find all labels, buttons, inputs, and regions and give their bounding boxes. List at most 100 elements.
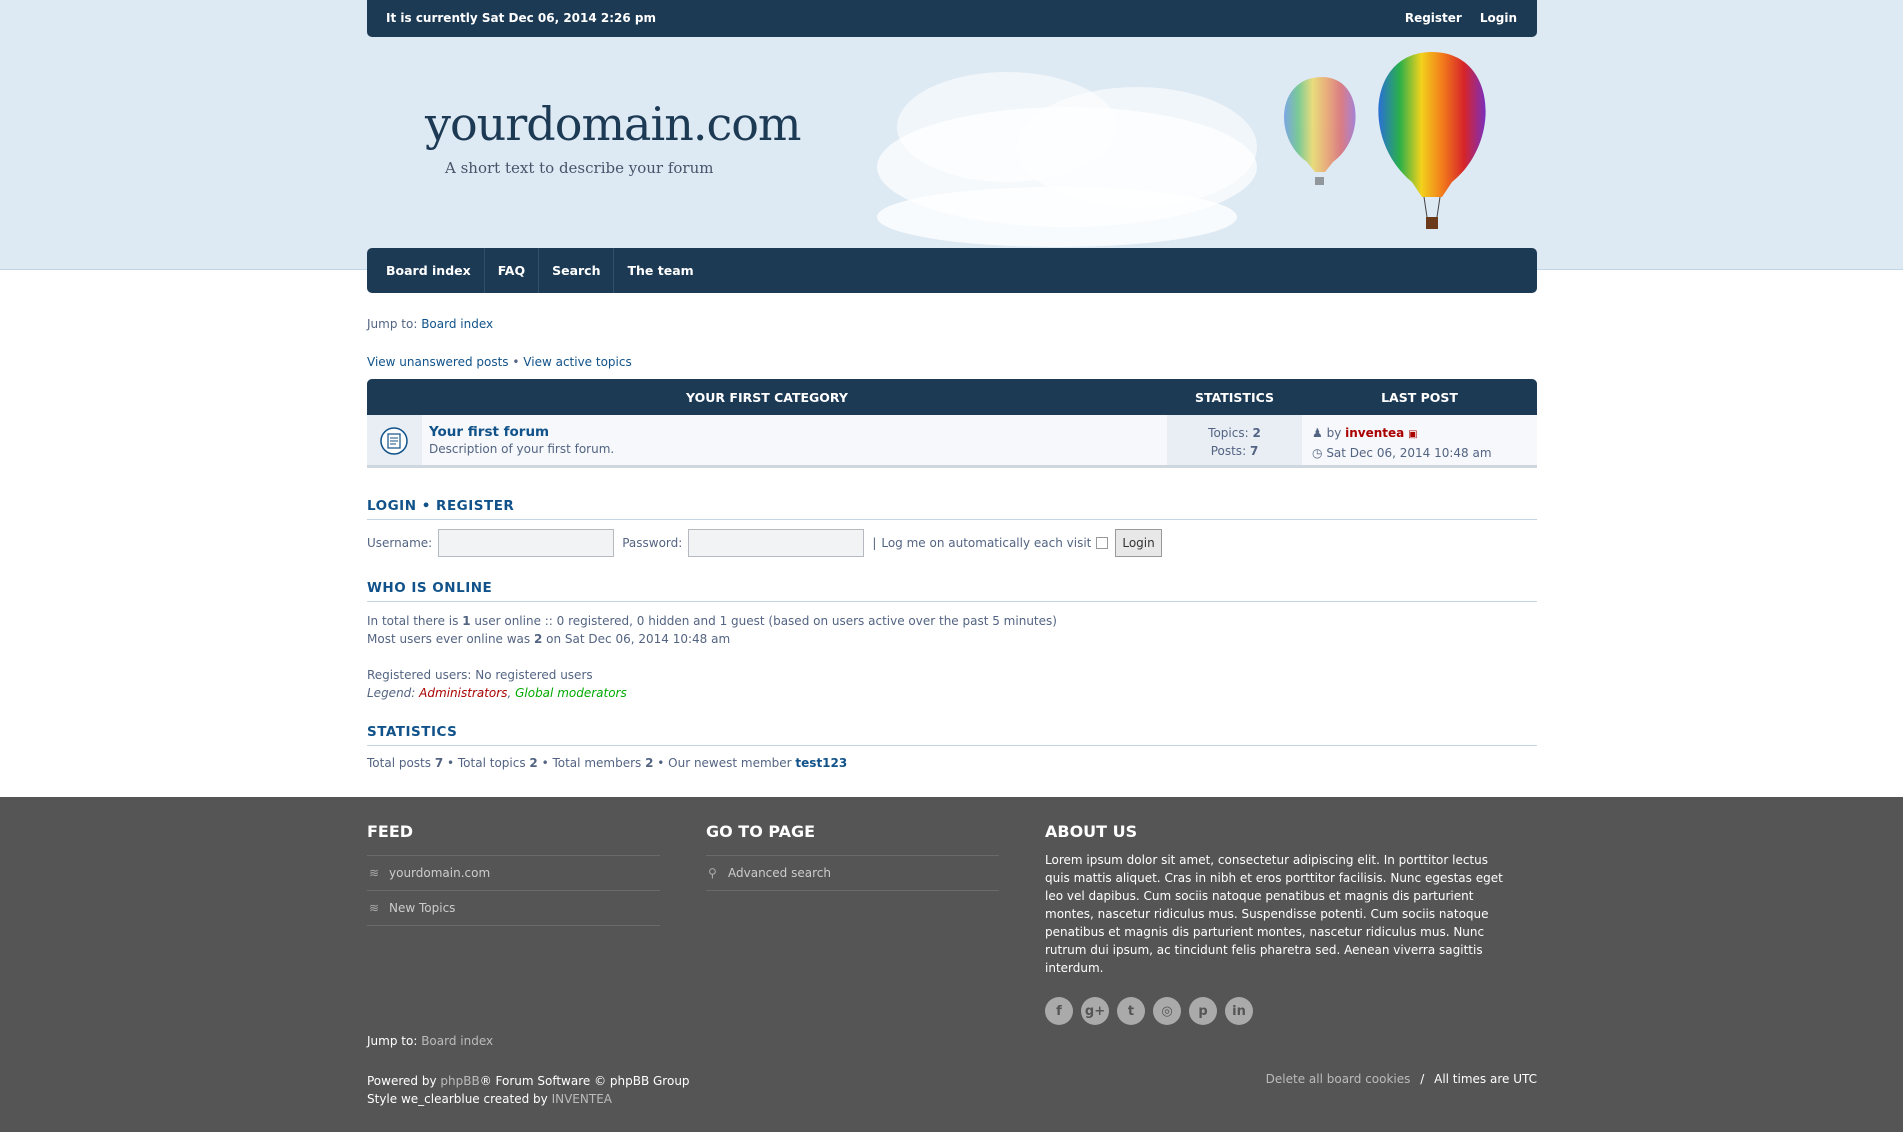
login-title-separator: •: [421, 498, 431, 514]
legend-comma: ,: [507, 686, 512, 700]
posts-label: Posts:: [1210, 444, 1247, 458]
phpbb-link[interactable]: phpBB: [440, 1074, 479, 1088]
site-description: A short text to describe your forum: [445, 159, 714, 177]
autologin-label: Log me on automatically each visit: [881, 536, 1092, 550]
advanced-search-link[interactable]: ⚲ Advanced search: [706, 856, 999, 891]
online-line1-c: user online :: 0 registered, 0 hidden an…: [470, 614, 1057, 628]
goto-title: GO TO PAGE: [706, 822, 816, 841]
view-unanswered-link[interactable]: View unanswered posts: [367, 355, 509, 369]
jump-to: Jump to: Board index: [367, 317, 1537, 331]
category-header[interactable]: YOUR FIRST CATEGORY: [367, 390, 1167, 405]
style-credit-label: Style we_clearblue created by: [367, 1092, 552, 1106]
forum-description: Description of your first forum.: [429, 442, 615, 456]
feed-item-label: New Topics: [389, 901, 456, 915]
nav-faq[interactable]: FAQ: [485, 248, 540, 293]
online-count: 1: [462, 614, 471, 628]
nav-the-team[interactable]: The team: [614, 248, 706, 293]
login-title-link[interactable]: LOGIN: [367, 498, 417, 514]
divider: |: [872, 536, 877, 550]
google-plus-icon[interactable]: g+: [1081, 997, 1109, 1025]
registered-users: Registered users: No registered users: [367, 668, 593, 682]
total-members-label: • Total members: [537, 756, 646, 770]
footer-jump-label: Jump to:: [367, 1034, 418, 1048]
footer-credits: Powered by phpBB® Forum Software © phpBB…: [367, 1072, 690, 1108]
forum-icon-cell: [367, 415, 422, 465]
clock-icon: ◷: [1312, 446, 1323, 460]
password-input[interactable]: [688, 529, 865, 557]
rss-icon: ≋: [369, 866, 380, 880]
register-title-link[interactable]: REGISTER: [436, 498, 514, 514]
topics-count: 2: [1252, 426, 1261, 440]
view-active-link[interactable]: View active topics: [523, 355, 631, 369]
linkedin-icon[interactable]: in: [1225, 997, 1253, 1025]
forum-row: Your first forum Description of your fir…: [367, 415, 1537, 468]
current-date: It is currently Sat Dec 06, 2014 2:26 pm: [386, 11, 657, 25]
last-post-by: by: [1326, 426, 1342, 440]
login-button[interactable]: Login: [1115, 529, 1162, 557]
who-is-online-text: In total there is 1 user online :: 0 reg…: [367, 612, 1537, 702]
statistics-text: Total posts 7 • Total topics 2 • Total m…: [367, 756, 1537, 770]
feed-item-new-topics[interactable]: ≋ New Topics: [367, 891, 660, 926]
delete-cookies-link[interactable]: Delete all board cookies: [1266, 1072, 1411, 1086]
login-link[interactable]: Login: [1480, 11, 1517, 25]
login-form: Username: Password: | Log me on automati…: [367, 529, 1537, 557]
statistics-title: STATISTICS: [367, 724, 1537, 746]
view-links-separator: •: [512, 355, 520, 369]
feed-item-site[interactable]: ≋ yourdomain.com: [367, 856, 660, 891]
footer-jump: Jump to: Board index: [367, 1034, 493, 1048]
jump-label: Jump to:: [367, 317, 418, 331]
instagram-icon[interactable]: ◎: [1153, 997, 1181, 1025]
twitter-icon[interactable]: t: [1117, 997, 1145, 1025]
footer: FEED ≋ yourdomain.com ≋ New Topics GO TO P…: [0, 797, 1903, 1132]
top-bar: It is currently Sat Dec 06, 2014 2:26 pm…: [367, 0, 1537, 37]
main-navbar: Board index FAQ Search The team: [367, 248, 1537, 293]
clouds-image: [877, 72, 1257, 247]
jump-board-index-link[interactable]: Board index: [421, 317, 493, 331]
footer-right: Delete all board cookies / All times are…: [1266, 1072, 1537, 1086]
register-link[interactable]: Register: [1405, 11, 1462, 25]
newest-member-label: • Our newest member: [653, 756, 796, 770]
powered-by-label: Powered by: [367, 1074, 441, 1088]
total-topics-label: • Total topics: [443, 756, 530, 770]
username-input[interactable]: [438, 529, 615, 557]
search-icon: ⚲: [708, 866, 717, 880]
pinterest-icon[interactable]: p: [1189, 997, 1217, 1025]
legend-mods-link[interactable]: Global moderators: [515, 686, 627, 700]
newest-member-link[interactable]: test123: [795, 756, 847, 770]
view-links: View unanswered posts • View active topi…: [367, 355, 1537, 369]
nav-search[interactable]: Search: [539, 248, 615, 293]
autologin-checkbox[interactable]: [1096, 537, 1109, 549]
forum-table-header: YOUR FIRST CATEGORY STATISTICS LAST POST: [367, 379, 1537, 415]
social-icons: f g+ t ◎ p in: [1045, 997, 1537, 1025]
rss-icon: ≋: [369, 901, 380, 915]
banner: yourdomain.com A short text to describe …: [367, 37, 1537, 248]
statistics-header: STATISTICS: [1194, 390, 1275, 405]
legend-label: Legend:: [367, 686, 416, 700]
site-title[interactable]: yourdomain.com: [425, 97, 802, 151]
feed-title: FEED: [367, 822, 414, 841]
login-section-title: LOGIN • REGISTER: [367, 498, 1537, 520]
forum-read-icon: [380, 427, 408, 455]
topics-label: Topics:: [1208, 426, 1249, 440]
forum-table: YOUR FIRST CATEGORY STATISTICS LAST POST…: [367, 379, 1537, 468]
footer-goto: GO TO PAGE ⚲ Advanced search: [706, 822, 999, 891]
forum-stats: Topics: 2 Posts: 7: [1167, 415, 1302, 465]
footer-feed: FEED ≋ yourdomain.com ≋ New Topics: [367, 822, 660, 926]
nav-board-index[interactable]: Board index: [373, 248, 485, 293]
about-title: ABOUT US: [1045, 822, 1138, 841]
who-is-online-title: WHO IS ONLINE: [367, 580, 1537, 602]
footer-about: ABOUT US Lorem ipsum dolor sit amet, con…: [1045, 822, 1537, 1025]
goto-item-label: Advanced search: [728, 866, 831, 880]
password-label: Password:: [622, 536, 683, 550]
legend-admins-link[interactable]: Administrators: [419, 686, 507, 700]
facebook-icon[interactable]: f: [1045, 997, 1073, 1025]
footer-jump-link[interactable]: Board index: [421, 1034, 493, 1048]
online-line2-a: Most users ever online was: [367, 632, 534, 646]
last-post: ♟ by inventea ▣ ◷ Sat Dec 06, 2014 10:48…: [1312, 424, 1492, 462]
total-posts-label: Total posts: [367, 756, 435, 770]
forum-name-link[interactable]: Your first forum: [429, 424, 549, 440]
last-post-user-link[interactable]: inventea: [1345, 426, 1404, 440]
view-latest-post-icon[interactable]: ▣: [1408, 429, 1417, 440]
total-topics: 2: [529, 756, 538, 770]
inventea-link[interactable]: INVENTEA: [552, 1092, 612, 1106]
